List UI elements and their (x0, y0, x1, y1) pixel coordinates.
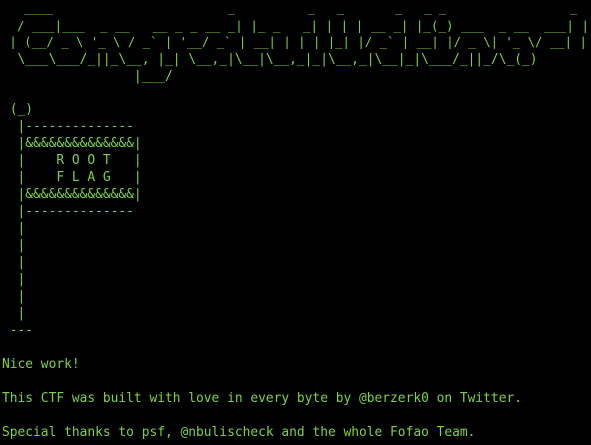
message-nice-work: Nice work! (2, 357, 80, 372)
flag-art-line-3: |&&&&&&&&&&&&&&| (2, 136, 142, 151)
flag-art-line-1: (_) (2, 102, 34, 117)
message-special-thanks: Special thanks to psf, @nbulischeck and … (2, 425, 476, 440)
terminal-output: ____ _ _ _ _ _ _ _ / ___|___ _ __ __ _ _… (0, 0, 591, 445)
flag-art-line-13: | (2, 306, 26, 321)
flag-art-line-6: |&&&&&&&&&&&&&&| (2, 187, 142, 202)
flag-art-line-2: |-------------- (2, 119, 134, 134)
banner-line-4: \___\___/_||_\__, |_| \__,_|\__|\__,_|_|… (2, 52, 538, 67)
flag-art-line-7: |-------------- (2, 204, 134, 219)
flag-art-line-4: | R O O T | (2, 153, 142, 168)
message-credits: This CTF was built with love in every by… (2, 391, 522, 406)
banner-line-5: |___/ (2, 69, 173, 84)
flag-art-line-9: | (2, 238, 26, 253)
flag-art-line-12: | (2, 289, 26, 304)
flag-art-line-10: | (2, 255, 26, 270)
flag-art-line-5: | F L A G | (2, 170, 142, 185)
banner-line-3: | (__/ _ \ '_ \ / _` | '__/ _` | __| | |… (2, 35, 587, 49)
flag-art-line-14: --- (2, 323, 34, 338)
flag-art-line-8: | (2, 221, 26, 236)
flag-art-line-11: | (2, 272, 26, 287)
banner-line-1: ____ _ _ _ _ _ _ _ (2, 1, 585, 15)
banner-line-2: / ___|___ _ __ __ _ _ __ _| |_ _ _| | | … (2, 18, 589, 33)
